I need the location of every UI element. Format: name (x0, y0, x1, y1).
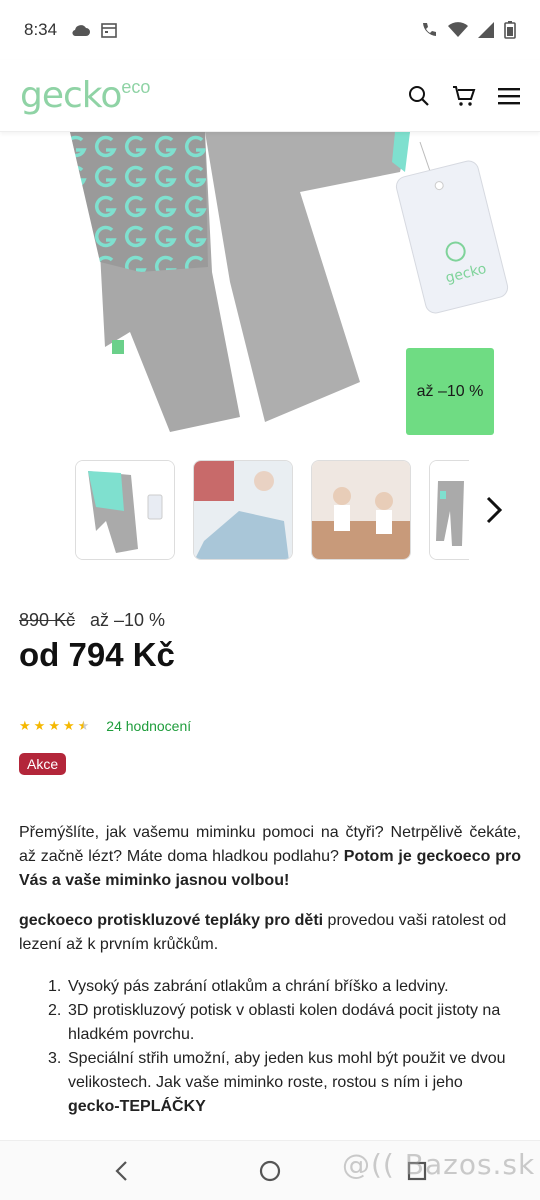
logo-main: gecko (20, 75, 122, 116)
star-icon: ★ (33, 718, 46, 733)
star-icon: ★ (19, 718, 31, 733)
discount-badge: až –10 % (406, 348, 494, 435)
old-price: 890 Kč (19, 610, 76, 630)
list-number: 2. (48, 1002, 62, 1019)
thumbnail-3[interactable] (311, 460, 411, 560)
list-item: 1. Vysoký pás zabrání otlakům a chrání bř… (48, 975, 518, 999)
list-text: Speciální střih umožní, aby jeden kus mo… (68, 1050, 506, 1091)
call-icon (423, 23, 436, 36)
list-text: Vysoký pás zabrání otlakům a chrání bříš… (68, 978, 449, 995)
search-icon[interactable] (408, 85, 430, 107)
feature-list: 1. Vysoký pás zabrání otlakům a chrání bř… (48, 975, 518, 1119)
signal-icon (478, 22, 494, 38)
calendar-icon (101, 23, 117, 38)
star-icon: ★ (48, 718, 60, 733)
rating[interactable]: ★ ★ ★ ★ ★ 24 hodnocení (19, 718, 191, 734)
discount-text: až –10 % (90, 610, 166, 630)
status-time: 8:34 (24, 20, 58, 39)
logo-sup: eco (121, 77, 151, 97)
status-bar: 8:34 (0, 0, 540, 60)
description-paragraph-1: Přemýšlíte, jak vašemu miminku pomoci na… (19, 821, 521, 893)
gecko-logo[interactable]: gecko eco (20, 75, 150, 116)
chevron-right-icon[interactable] (480, 492, 508, 528)
site-header: gecko eco (0, 60, 540, 132)
cart-icon[interactable] (452, 85, 476, 107)
list-text: 3D protiskluzový potisk v oblasti kolen … (68, 1002, 501, 1043)
list-bold: gecko-TEPLÁČKY (68, 1098, 206, 1115)
list-number: 1. (48, 978, 62, 995)
thumbnail-2[interactable] (193, 460, 293, 560)
half-star-icon: ★ (77, 718, 90, 733)
watermark: @(( Bazos.sk (342, 1148, 536, 1181)
home-icon[interactable] (258, 1159, 282, 1183)
thumbnail-1[interactable] (75, 460, 175, 560)
list-item: 3. Speciální střih umožní, aby jeden kus … (48, 1047, 518, 1119)
back-icon[interactable] (110, 1159, 134, 1183)
thumbnail-strip (75, 460, 469, 560)
cloud-icon (72, 25, 91, 37)
star-icon: ★ (62, 718, 75, 733)
reviews-link[interactable]: 24 hodnocení (106, 718, 191, 734)
desc-bold: geckoeco protiskluzové tepláky pro děti (19, 912, 324, 929)
current-price: od 794 Kč (19, 636, 175, 673)
description-paragraph-2: geckoeco protiskluzové tepláky pro děti … (19, 909, 521, 957)
list-item: 2. 3D protiskluzový potisk v oblasti kole… (48, 999, 518, 1047)
thumbnail-4[interactable] (429, 460, 469, 560)
battery-icon (504, 21, 516, 39)
menu-icon[interactable] (498, 87, 520, 105)
list-number: 3. (48, 1050, 62, 1067)
wifi-icon (448, 22, 468, 37)
sale-badge: Akce (19, 753, 67, 775)
